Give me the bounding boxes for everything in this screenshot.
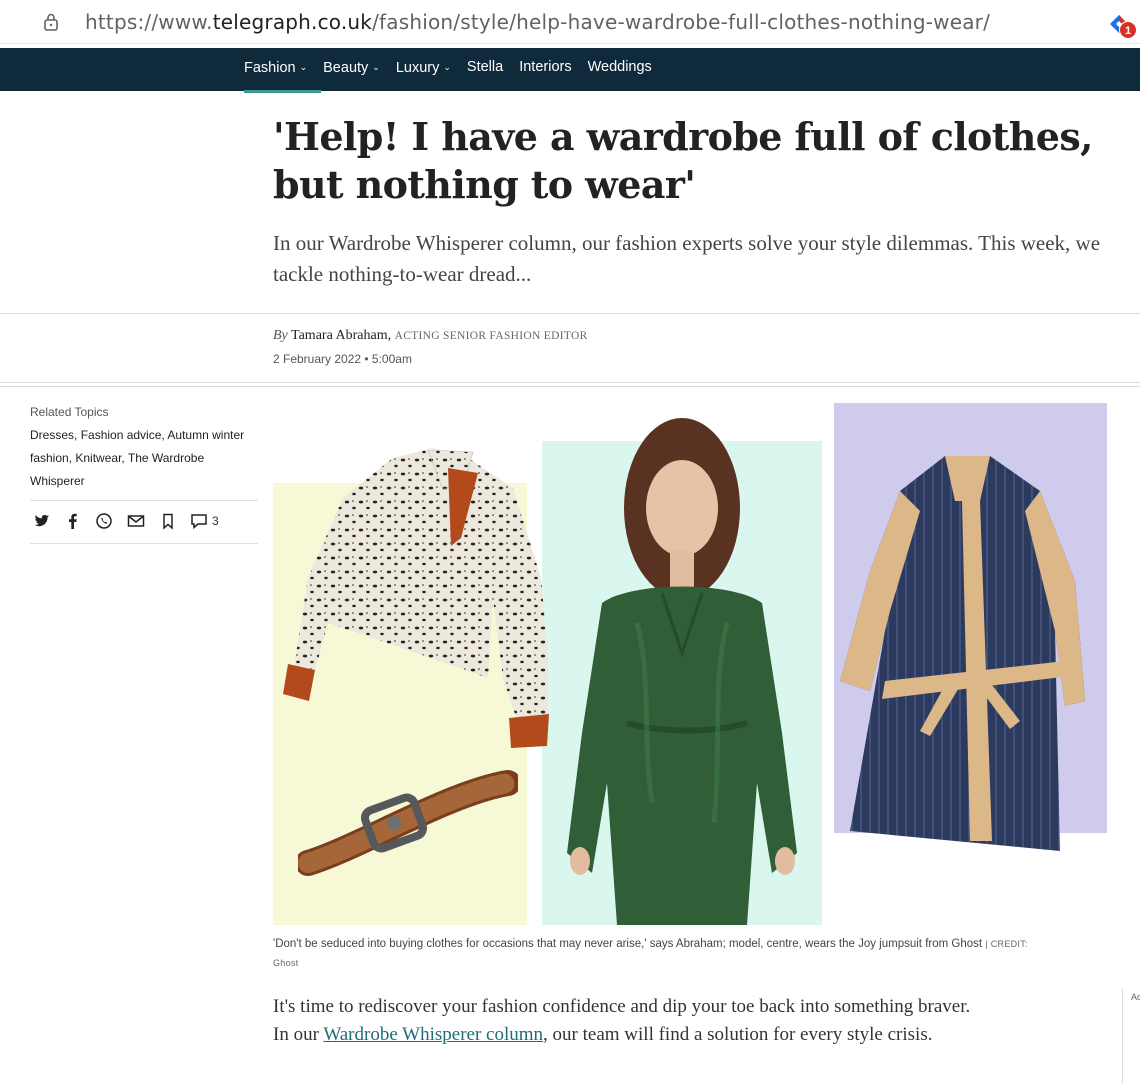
nav-item-weddings[interactable]: Weddings <box>588 48 652 91</box>
article-body-paragraph: It's time to rediscover your fashion con… <box>273 996 971 1045</box>
divider <box>0 386 1140 387</box>
advert-slot[interactable]: Ac <box>1122 988 1140 1084</box>
blouse-illustration <box>283 448 549 748</box>
extension-badge: 1 <box>1119 21 1137 39</box>
model-photo <box>567 418 797 925</box>
email-icon[interactable] <box>126 512 146 530</box>
belt-illustration <box>298 770 518 876</box>
comment-icon[interactable] <box>190 512 208 530</box>
bookmark-icon[interactable] <box>159 512 177 530</box>
related-topics-title: Related Topics <box>30 405 109 419</box>
article-headline: 'Help! I have a wardrobe full of clothes… <box>273 114 1093 207</box>
divider <box>0 382 1140 383</box>
nav-item-luxury[interactable]: Luxury ⌄ <box>396 48 451 91</box>
topic-link[interactable]: Fashion advice <box>81 428 162 442</box>
article-hero-image <box>273 403 1107 925</box>
whatsapp-icon[interactable] <box>95 512 113 530</box>
topic-link[interactable]: Knitwear <box>75 451 121 465</box>
author-name[interactable]: Tamara Abraham, <box>291 328 391 343</box>
share-bar: 3 <box>33 512 219 530</box>
comment-count[interactable]: 3 <box>212 514 219 528</box>
publish-date: 2 February 2022 • 5:00am <box>273 352 412 366</box>
chevron-down-icon: ⌄ <box>372 62 380 72</box>
nav-item-fashion[interactable]: Fashion ⌄ <box>244 48 322 93</box>
site-navigation: Fashion ⌄ Beauty ⌄ Luxury ⌄ Stella Interior… <box>0 48 1140 93</box>
browser-address-bar: https://www.telegraph.co.uk/fashion/styl… <box>0 0 1140 44</box>
author-role: ACTING SENIOR FASHION EDITOR <box>394 330 588 342</box>
facebook-icon[interactable] <box>64 512 82 530</box>
lock-icon[interactable] <box>40 11 62 33</box>
nav-item-stella[interactable]: Stella <box>467 48 503 91</box>
divider <box>30 543 258 544</box>
image-caption: 'Don't be seduced into buying clothes fo… <box>273 938 1028 968</box>
url-field[interactable]: https://www.telegraph.co.uk/fashion/styl… <box>85 10 990 34</box>
byline: By Tamara Abraham, ACTING SENIOR FASHION… <box>273 328 588 343</box>
related-topics-list: Dresses, Fashion advice, Autumn winter f… <box>30 428 245 488</box>
trench-coat-illustration <box>840 456 1085 851</box>
wardrobe-whisperer-link[interactable]: Wardrobe Whisperer column <box>323 1024 543 1045</box>
image-credit-label: | CREDIT: <box>985 939 1028 949</box>
twitter-icon[interactable] <box>33 512 51 530</box>
divider <box>0 313 1140 314</box>
article-standfirst: In our Wardrobe Whisperer column, our fa… <box>273 231 1101 286</box>
divider <box>30 500 258 501</box>
chevron-down-icon: ⌄ <box>443 62 451 72</box>
nav-item-beauty[interactable]: Beauty ⌄ <box>323 48 380 91</box>
chevron-down-icon: ⌄ <box>299 62 308 72</box>
nav-item-interiors[interactable]: Interiors <box>519 48 571 91</box>
image-credit: Ghost <box>273 958 299 968</box>
topic-link[interactable]: Dresses <box>30 428 74 442</box>
